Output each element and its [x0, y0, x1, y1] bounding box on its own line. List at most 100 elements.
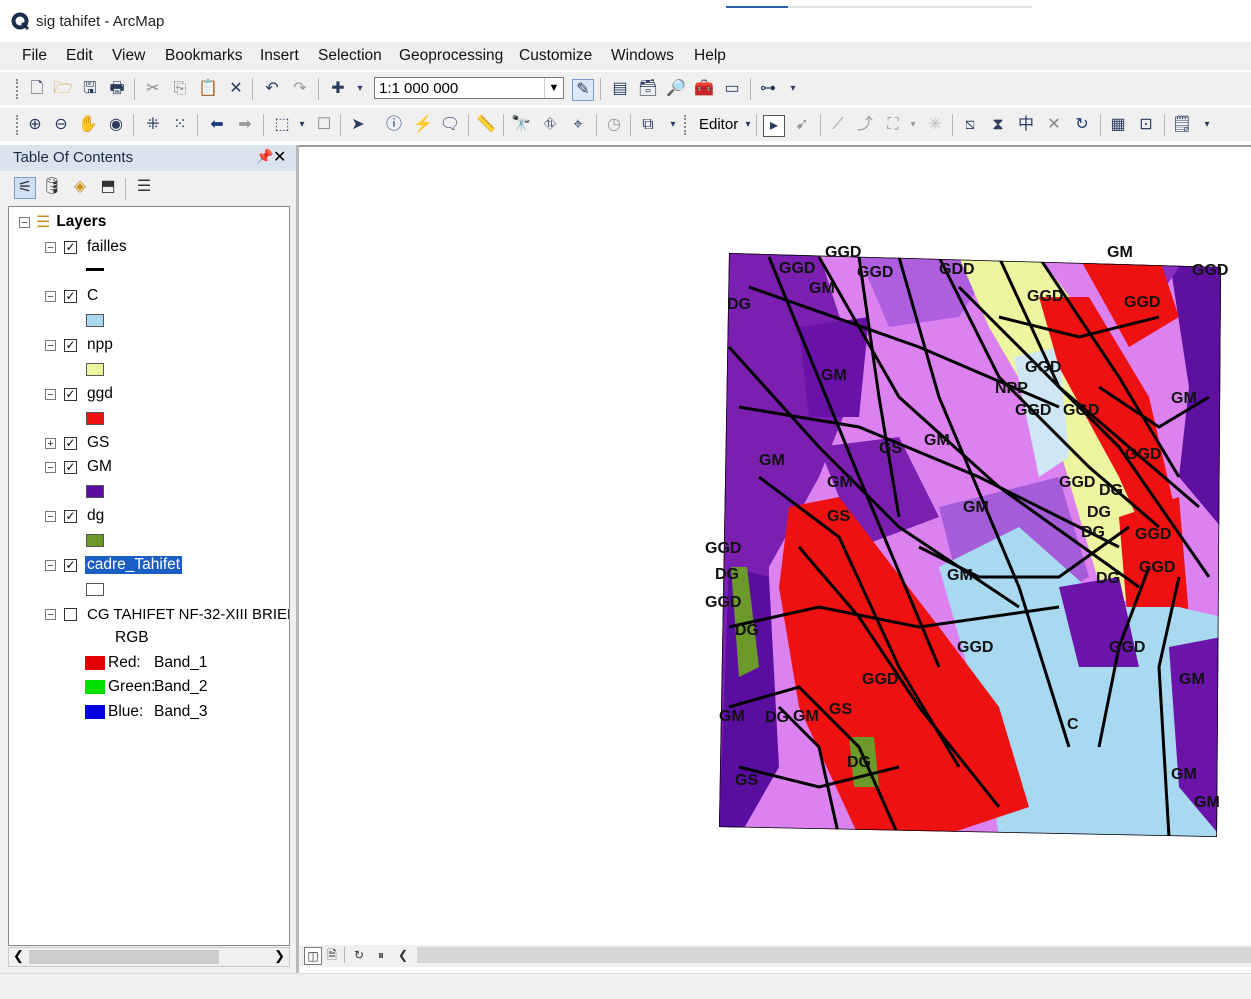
toolbar-grip[interactable]: [684, 115, 690, 135]
fill-symbol-swatch[interactable]: [86, 412, 104, 425]
collapse-icon[interactable]: −: [45, 559, 56, 571]
search-window-icon[interactable]: 🔎: [666, 79, 686, 99]
copy-icon[interactable]: ⎘: [170, 79, 190, 99]
fill-symbol-swatch[interactable]: [86, 534, 104, 547]
find-route-icon[interactable]: ⛗: [540, 115, 560, 135]
line-symbol-swatch[interactable]: [86, 268, 104, 271]
sketch-properties-icon[interactable]: ⊡: [1136, 115, 1156, 135]
refresh-icon[interactable]: ↻: [351, 947, 367, 963]
zoom-in-icon[interactable]: ⊕: [25, 115, 45, 135]
layer-row-gs[interactable]: + ✓ GS: [45, 432, 109, 454]
clear-selection-icon[interactable]: ☐: [314, 115, 334, 135]
collapse-icon[interactable]: −: [45, 461, 56, 473]
save-icon[interactable]: 🖫: [80, 79, 100, 99]
catalog-icon[interactable]: 🗃: [638, 79, 658, 99]
layer-visibility-checkbox[interactable]: [64, 607, 77, 621]
list-by-selection-icon[interactable]: ⬒: [98, 177, 118, 197]
hyperlink-icon[interactable]: ⚡: [413, 115, 433, 135]
menu-file[interactable]: File: [22, 47, 47, 65]
reshape-feature-icon[interactable]: ⧗: [988, 115, 1008, 135]
edit-vertices-icon[interactable]: ⧅: [960, 115, 980, 135]
menu-view[interactable]: View: [112, 47, 145, 65]
list-by-visibility-icon[interactable]: ◈: [70, 177, 90, 197]
rotate-icon[interactable]: ↻: [1072, 115, 1092, 135]
pin-icon[interactable]: 📌: [256, 148, 273, 165]
layer-visibility-checkbox[interactable]: ✓: [64, 509, 77, 523]
close-icon[interactable]: ✕: [273, 147, 286, 167]
print-icon[interactable]: 🖶: [107, 79, 127, 99]
map-horizontal-scrollbar[interactable]: [417, 947, 1251, 963]
cut-icon[interactable]: ✂: [143, 79, 163, 99]
fixed-zoom-out-icon[interactable]: ⁙: [170, 115, 190, 135]
toolbar-grip[interactable]: [16, 79, 22, 99]
go-to-xy-icon[interactable]: ⌖: [568, 115, 588, 135]
layer-row-raster[interactable]: − CG TAHIFET NF-32-XIII BRIED.: [45, 603, 289, 625]
scroll-left-icon[interactable]: ❮: [13, 948, 24, 964]
toolbar-grip[interactable]: [16, 115, 22, 135]
scrollbar-thumb[interactable]: [29, 950, 219, 964]
trace-dropdown-icon[interactable]: ▾: [903, 115, 923, 135]
full-extent-icon[interactable]: ◉: [106, 115, 126, 135]
menu-insert[interactable]: Insert: [260, 47, 299, 65]
menu-geoprocessing[interactable]: Geoprocessing: [399, 47, 503, 65]
toc-options-icon[interactable]: ☰: [134, 177, 154, 197]
layer-row-npp[interactable]: − ✓ npp: [45, 334, 113, 356]
create-viewer-window-icon[interactable]: ⧉: [638, 115, 658, 135]
pause-drawing-icon[interactable]: ⏸: [373, 947, 389, 963]
layer-row-gm[interactable]: − ✓ GM: [45, 456, 112, 478]
create-features-icon[interactable]: 🗒: [1172, 115, 1192, 135]
undo-icon[interactable]: ↶: [262, 79, 282, 99]
split-tool-icon[interactable]: ✕: [1044, 115, 1064, 135]
add-data-dropdown-icon[interactable]: ▾: [350, 79, 370, 99]
straight-segment-icon[interactable]: ⟋: [828, 115, 848, 135]
collapse-icon[interactable]: −: [45, 510, 56, 522]
toolbar-options-icon[interactable]: ▾: [663, 115, 683, 135]
toc-horizontal-scrollbar[interactable]: ❮ ❯: [8, 947, 290, 967]
pan-hand-icon[interactable]: ✋: [78, 115, 98, 135]
layer-visibility-checkbox[interactable]: ✓: [64, 436, 77, 450]
collapse-icon[interactable]: −: [45, 608, 56, 620]
redo-icon[interactable]: ↷: [290, 79, 310, 99]
menu-selection[interactable]: Selection: [318, 47, 382, 65]
attributes-icon[interactable]: ▦: [1108, 115, 1128, 135]
expand-icon[interactable]: +: [45, 437, 56, 449]
layer-row-dg[interactable]: − ✓ dg: [45, 505, 104, 527]
collapse-icon[interactable]: −: [45, 339, 56, 351]
model-builder-icon[interactable]: ⊶: [758, 79, 778, 99]
layers-group-row[interactable]: − ☰ Layers: [19, 211, 106, 233]
paste-icon[interactable]: 📋: [198, 79, 218, 99]
collapse-icon[interactable]: −: [19, 216, 30, 228]
fill-symbol-swatch[interactable]: [86, 583, 104, 596]
editor-dropdown-icon[interactable]: ▾: [738, 115, 758, 135]
back-arrow-icon[interactable]: ⬅: [207, 115, 227, 135]
raster-band-row[interactable]: Red: Band_1: [85, 652, 207, 674]
edit-tool-icon[interactable]: ▸: [763, 115, 785, 137]
chevron-down-icon[interactable]: ▼: [544, 78, 563, 98]
edit-annotation-icon[interactable]: ➹: [792, 115, 812, 135]
layer-row-ggd[interactable]: − ✓ ggd: [45, 383, 113, 405]
layer-visibility-checkbox[interactable]: ✓: [64, 558, 77, 572]
layer-visibility-checkbox[interactable]: ✓: [64, 460, 77, 474]
toolbar-options-icon[interactable]: ▾: [783, 79, 803, 99]
fill-symbol-swatch[interactable]: [86, 485, 104, 498]
scroll-left-icon[interactable]: ❮: [395, 947, 411, 963]
fixed-zoom-in-icon[interactable]: ⁜: [143, 115, 163, 135]
find-binoculars-icon[interactable]: 🔭: [511, 115, 531, 135]
add-data-icon[interactable]: ✚: [328, 79, 348, 99]
table-of-contents-icon[interactable]: ▤: [610, 79, 630, 99]
select-features-icon[interactable]: ⬚: [272, 115, 292, 135]
editor-menu-button[interactable]: Editor: [699, 116, 738, 133]
time-slider-icon[interactable]: ◷: [604, 115, 624, 135]
scroll-right-icon[interactable]: ❯: [274, 948, 285, 964]
editor-toolbar-toggle-icon[interactable]: ✎: [572, 79, 594, 101]
layer-visibility-checkbox[interactable]: ✓: [64, 387, 77, 401]
map-scale-combobox[interactable]: 1:1 000 000 ▼: [374, 77, 564, 99]
layer-visibility-checkbox[interactable]: ✓: [64, 338, 77, 352]
list-by-source-icon[interactable]: 🛢: [42, 177, 62, 197]
select-dropdown-icon[interactable]: ▾: [292, 115, 312, 135]
arctoolbox-icon[interactable]: 🧰: [694, 79, 714, 99]
point-icon[interactable]: ✳: [925, 115, 945, 135]
identify-icon[interactable]: ⓘ: [384, 115, 404, 135]
list-by-drawing-order-icon[interactable]: ⚟: [14, 177, 36, 199]
menu-help[interactable]: Help: [694, 47, 726, 65]
